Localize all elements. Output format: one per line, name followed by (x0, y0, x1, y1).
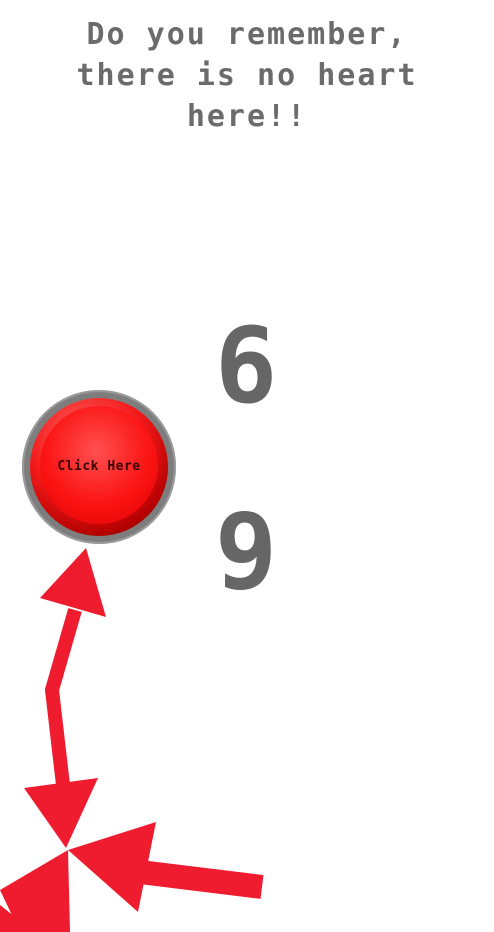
hint-line-1: Do you remember, (86, 17, 408, 52)
hint-line-3: here!! (186, 99, 308, 134)
arrow-left-icon (68, 822, 264, 912)
counter-digit-top: 6 (214, 305, 278, 427)
arrow-up-icon (40, 548, 106, 829)
arrow-up-right-icon (0, 850, 70, 932)
counter-digit-bottom: 9 (214, 491, 278, 613)
arrow-down-icon (24, 778, 98, 848)
click-here-button[interactable]: Click Here (22, 390, 176, 544)
hint-message: Do you remember, there is no heart here!… (0, 14, 494, 137)
hint-line-2: there is no heart (76, 58, 418, 93)
click-here-label: Click Here (57, 459, 141, 474)
